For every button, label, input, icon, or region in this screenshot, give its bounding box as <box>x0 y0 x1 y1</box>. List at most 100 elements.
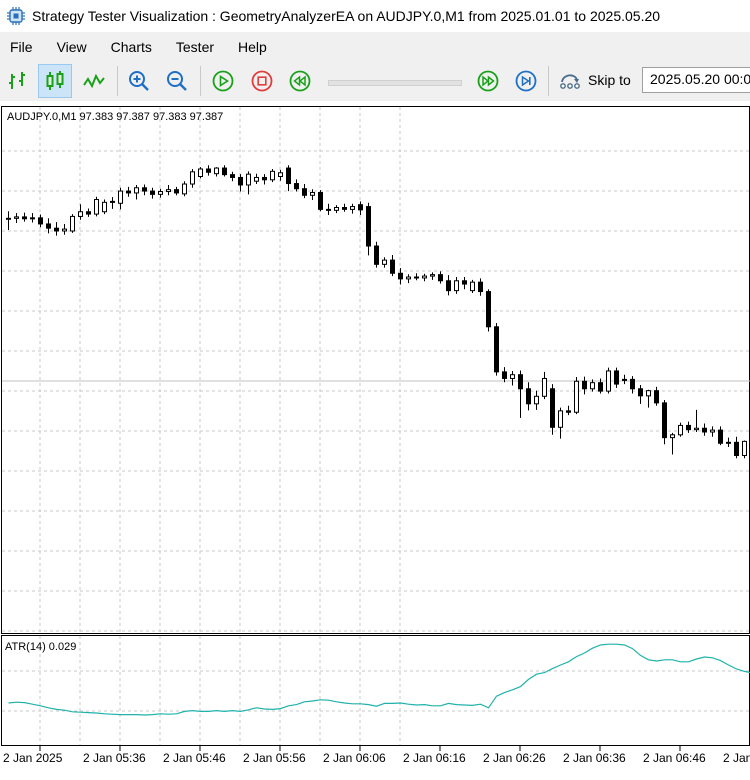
candle <box>255 174 259 184</box>
skip-to-control[interactable]: Skip to <box>558 69 631 91</box>
candle <box>223 165 227 176</box>
candle-body-bear <box>143 188 147 191</box>
candle <box>495 323 499 376</box>
candle-body-bear <box>263 177 267 179</box>
candle <box>87 208 91 216</box>
candle-body-bull <box>119 191 123 203</box>
candle-body-bull <box>647 391 651 396</box>
speed-up-button[interactable] <box>471 64 505 98</box>
candle-body-bear <box>703 428 707 432</box>
menu-view[interactable]: View <box>47 39 101 55</box>
candle <box>119 188 123 210</box>
candle-body-bull <box>183 184 187 194</box>
candle-body-bear <box>375 246 379 264</box>
candle-body-bear <box>567 411 571 412</box>
chart-canvas[interactable]: AUDJPY.0,M1 97.383 97.387 97.383 97.387 … <box>0 101 750 777</box>
candlestick-chart-button[interactable] <box>38 64 72 98</box>
candle-body-bull <box>559 411 563 427</box>
candle-body-bull <box>543 378 547 396</box>
bar-chart-icon <box>5 69 29 93</box>
candle-body-bear <box>367 207 371 246</box>
candle-body-bear <box>655 391 659 403</box>
candle-body-bull <box>335 208 339 211</box>
skip-to-date-input[interactable]: 2025.05.20 00:00 <box>642 67 750 93</box>
candle <box>695 410 699 432</box>
candle <box>207 165 211 175</box>
candle <box>191 169 195 188</box>
candle <box>79 204 83 219</box>
candle <box>431 272 435 280</box>
stop-button[interactable] <box>245 64 279 98</box>
candle <box>639 385 643 404</box>
candle <box>743 440 747 458</box>
candle-body-bear <box>47 224 51 228</box>
candle-body-bear <box>55 228 59 231</box>
candle-body-bull <box>63 229 67 231</box>
bar-chart-button[interactable] <box>0 64 34 98</box>
chart-window[interactable]: AUDJPY.0,M1 97.383 97.387 97.383 97.387 … <box>0 101 750 777</box>
candle-body-bear <box>439 275 443 281</box>
candle-body-bull <box>159 192 163 195</box>
candle-body-bear <box>599 383 603 391</box>
step-button[interactable] <box>509 64 543 98</box>
candle-body-bull <box>455 281 459 291</box>
candle <box>663 400 667 444</box>
candle <box>151 188 155 199</box>
candle-body-bull <box>279 173 283 177</box>
zoom-in-button[interactable] <box>122 64 156 98</box>
line-chart-button[interactable] <box>77 64 111 98</box>
candle-body-bull <box>575 381 579 412</box>
candle <box>655 387 659 406</box>
candle-body-bear <box>415 277 419 278</box>
slow-down-button[interactable] <box>283 64 317 98</box>
candle <box>583 377 587 395</box>
candle-body-bull <box>199 169 203 177</box>
skip-to-label: Skip to <box>588 72 631 88</box>
candle-body-bear <box>719 430 723 443</box>
candle-body-bull <box>7 218 11 219</box>
candle <box>407 274 411 283</box>
candle-body-bear <box>639 389 643 396</box>
candle-body-bear <box>39 218 43 224</box>
menu-tester[interactable]: Tester <box>166 39 228 55</box>
candle <box>559 408 563 439</box>
speed-slider-track[interactable] <box>328 80 462 86</box>
candle <box>71 214 75 233</box>
candle <box>295 179 299 191</box>
candle-body-bull <box>95 200 99 215</box>
time-label: 2 Jan 06:16 <box>403 751 466 765</box>
candle <box>679 423 683 437</box>
candle <box>391 255 395 276</box>
time-label: 2 Jan 06:26 <box>483 751 546 765</box>
skip-next-icon <box>514 69 538 93</box>
menu-file[interactable]: File <box>0 39 47 55</box>
menu-help[interactable]: Help <box>228 39 281 55</box>
candle <box>711 426 715 436</box>
zoom-out-button[interactable] <box>160 64 194 98</box>
candle <box>135 185 139 200</box>
menu-charts[interactable]: Charts <box>101 39 166 55</box>
candle-body-bull <box>71 216 75 231</box>
candle <box>199 167 203 178</box>
candle-body-bull <box>311 192 315 195</box>
candle-body-bear <box>487 292 491 327</box>
candle-body-bull <box>215 168 219 174</box>
candle-body-bear <box>551 389 555 428</box>
candle <box>239 174 243 191</box>
time-label: 2 Jan 05:36 <box>83 751 146 765</box>
candle <box>615 368 619 388</box>
candle <box>511 371 515 386</box>
candle-body-bear <box>303 189 307 196</box>
zoom-in-icon <box>127 69 151 93</box>
candle <box>535 391 539 410</box>
play-button[interactable] <box>206 64 240 98</box>
candle <box>127 187 131 197</box>
app-chip-icon <box>6 6 26 26</box>
candle-body-bear <box>127 191 131 193</box>
candle <box>159 189 163 198</box>
candle-body-bear <box>391 260 395 273</box>
candle-body-bear <box>151 191 155 194</box>
candle-body-bull <box>383 260 387 264</box>
price-pane-border <box>2 107 750 634</box>
time-axis: 2 Jan 20252 Jan 05:362 Jan 05:462 Jan 05… <box>3 746 750 765</box>
